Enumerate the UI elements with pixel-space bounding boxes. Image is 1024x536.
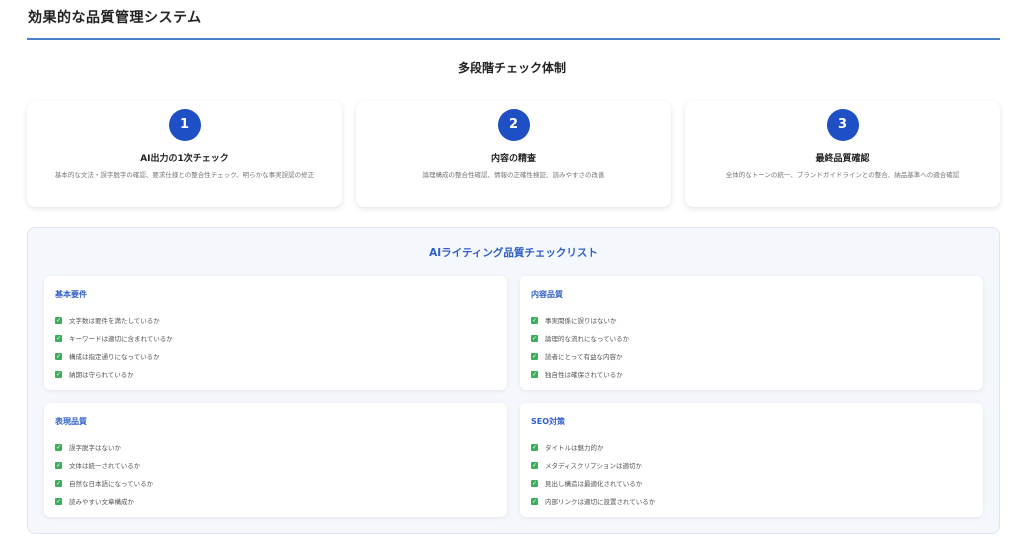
list-item: ✓ 見出し構造は最適化されているか	[531, 474, 655, 492]
checklist-group-content: 内容品質 ✓ 事実関係に誤りはないか ✓ 論理的な流れになっているか ✓ 読者にとって…	[520, 276, 983, 390]
step-card-2: 2 内容の精査 論理構成の整合性確認、情報の正確性検証、読みやすさの改善	[356, 101, 671, 207]
check-item-label: 見出し構造は最適化されているか	[545, 480, 643, 488]
page-title: 効果的な品質管理システム	[28, 10, 202, 26]
step-title: 最終品質確認	[815, 154, 870, 164]
list-item: ✓ キーワードは適切に含まれているか	[55, 329, 173, 347]
step-title: AI出力の1次チェック	[140, 154, 229, 164]
check-item-label: 事実関係に誤りはないか	[545, 317, 617, 325]
check-list: ✓ タイトルは魅力的か ✓ メタディスクリプションは適切か ✓ 見出し構造は最適化され…	[531, 438, 655, 510]
check-list: ✓ 文字数は要件を満たしているか ✓ キーワードは適切に含まれているか ✓ 構成は指定…	[55, 311, 173, 383]
check-square-icon: ✓	[55, 497, 62, 505]
check-square-icon: ✓	[531, 352, 538, 360]
checklist-panel: AIライティング品質チェックリスト 基本要件 ✓ 文字数は要件を満たしているか ✓…	[27, 227, 1000, 534]
group-heading: 内容品質	[531, 290, 563, 299]
section-title: 多段階チェック体制	[457, 61, 566, 75]
check-square-icon: ✓	[55, 352, 62, 360]
check-item-label: 独自性は確保されているか	[545, 371, 623, 379]
check-square-icon: ✓	[55, 479, 62, 487]
check-item-label: 読者にとって有益な内容か	[545, 353, 623, 361]
check-item-label: 誤字脱字はないか	[69, 444, 121, 452]
check-square-icon: ✓	[531, 370, 538, 378]
check-item-label: 論理的な流れになっているか	[545, 335, 630, 343]
check-list: ✓ 事実関係に誤りはないか ✓ 論理的な流れになっているか ✓ 読者にとって有益な内容…	[531, 311, 629, 383]
list-item: ✓ 構成は指定通りになっているか	[55, 347, 173, 365]
list-item: ✓ 納期は守られているか	[55, 365, 173, 383]
check-item-label: 文字数は要件を満たしているか	[69, 317, 160, 325]
step-card-3: 3 最終品質確認 全体的なトーンの統一、ブランドガイドラインとの整合、納品基準へ…	[685, 101, 1000, 207]
check-item-label: 納期は守られているか	[69, 371, 134, 379]
group-heading: 基本要件	[55, 290, 87, 299]
step-number-badge: 3	[826, 109, 859, 141]
check-square-icon: ✓	[55, 461, 62, 469]
check-item-label: 内部リンクは適切に設置されているか	[545, 498, 656, 506]
step-number-badge: 1	[168, 109, 201, 141]
list-item: ✓ 自然な日本語になっているか	[55, 474, 153, 492]
group-heading: SEO対策	[531, 417, 566, 426]
check-item-label: キーワードは適切に含まれているか	[69, 335, 173, 343]
step-description: 論理構成の整合性確認、情報の正確性検証、読みやすさの改善	[422, 171, 605, 179]
list-item: ✓ 文字数は要件を満たしているか	[55, 311, 173, 329]
check-list: ✓ 誤字脱字はないか ✓ 文体は統一されているか ✓ 自然な日本語になっているか ✓ 読…	[55, 438, 153, 510]
list-item: ✓ 誤字脱字はないか	[55, 438, 153, 456]
check-square-icon: ✓	[531, 316, 538, 324]
check-square-icon: ✓	[55, 443, 62, 451]
checklist-group-basic: 基本要件 ✓ 文字数は要件を満たしているか ✓ キーワードは適切に含まれているか ✓…	[44, 276, 507, 390]
step-description: 基本的な文法・誤字脱字の確認、要求仕様との整合性チェック、明らかな事実誤認の修正	[54, 171, 315, 179]
list-item: ✓ タイトルは魅力的か	[531, 438, 655, 456]
check-item-label: 自然な日本語になっているか	[69, 480, 154, 488]
check-item-label: メタディスクリプションは適切か	[545, 462, 643, 470]
list-item: ✓ 読みやすい文章構成か	[55, 492, 153, 510]
check-item-label: タイトルは魅力的か	[545, 444, 604, 452]
step-title: 内容の精査	[490, 154, 536, 164]
check-item-label: 構成は指定通りになっているか	[69, 353, 160, 361]
step-card-1: 1 AI出力の1次チェック 基本的な文法・誤字脱字の確認、要求仕様との整合性チェ…	[27, 101, 342, 207]
check-square-icon: ✓	[55, 370, 62, 378]
checklist-title: AIライティング品質チェックリスト	[429, 247, 598, 259]
check-square-icon: ✓	[55, 334, 62, 342]
list-item: ✓ メタディスクリプションは適切か	[531, 456, 655, 474]
list-item: ✓ 読者にとって有益な内容か	[531, 347, 629, 365]
list-item: ✓ 事実関係に誤りはないか	[531, 311, 629, 329]
checklist-group-seo: SEO対策 ✓ タイトルは魅力的か ✓ メタディスクリプションは適切か ✓ 見出し構造…	[520, 403, 983, 517]
title-divider	[27, 38, 1000, 40]
list-item: ✓ 論理的な流れになっているか	[531, 329, 629, 347]
check-item-label: 読みやすい文章構成か	[69, 498, 134, 506]
list-item: ✓ 文体は統一されているか	[55, 456, 153, 474]
list-item: ✓ 独自性は確保されているか	[531, 365, 629, 383]
check-square-icon: ✓	[531, 334, 538, 342]
step-description: 全体的なトーンの統一、ブランドガイドラインとの整合、納品基準への適合確認	[725, 171, 960, 179]
list-item: ✓ 内部リンクは適切に設置されているか	[531, 492, 655, 510]
check-square-icon: ✓	[531, 479, 538, 487]
check-square-icon: ✓	[531, 461, 538, 469]
check-square-icon: ✓	[55, 316, 62, 324]
step-number-badge: 2	[497, 109, 530, 141]
group-heading: 表現品質	[55, 417, 87, 426]
check-square-icon: ✓	[531, 497, 538, 505]
checklist-group-expression: 表現品質 ✓ 誤字脱字はないか ✓ 文体は統一されているか ✓ 自然な日本語になってい…	[44, 403, 507, 517]
check-item-label: 文体は統一されているか	[69, 462, 141, 470]
check-square-icon: ✓	[531, 443, 538, 451]
